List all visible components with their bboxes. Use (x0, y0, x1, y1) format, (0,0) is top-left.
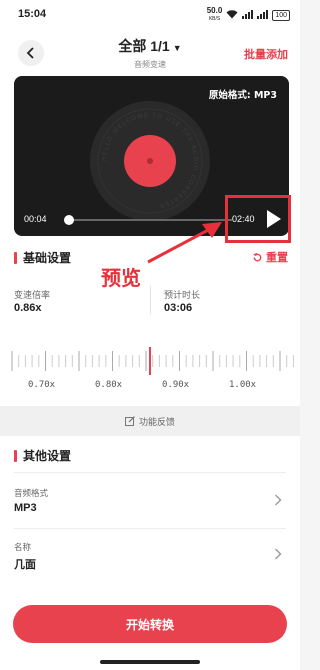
vinyl-disc-icon: HELLO WELCOME TO USE THE AUDIO CONVERTER (90, 101, 210, 221)
signal-icon (242, 9, 254, 21)
duration-label: 预计时长 (164, 291, 201, 301)
basic-settings-heading: 基础设置 (14, 249, 71, 266)
current-time: 00:04 (24, 214, 47, 224)
section-marker (14, 449, 17, 462)
chevron-right-icon (275, 494, 282, 506)
feedback-button[interactable]: 功能反馈 (0, 406, 300, 436)
status-time: 15:04 (18, 8, 47, 20)
status-bar: 15:04 50.0 KB/S 100 (0, 0, 300, 26)
ruler-label: 0.90x (162, 380, 190, 390)
status-icons: 50.0 KB/S 100 (207, 7, 290, 23)
progress-knob[interactable] (64, 215, 75, 225)
divider (150, 286, 151, 314)
battery-icon: 100 (272, 9, 290, 21)
caret-down-icon: ▼ (172, 43, 182, 53)
divider (14, 528, 286, 529)
chevron-right-icon (275, 548, 282, 560)
net-speed: 50.0 KB/S (206, 6, 223, 23)
speed-ruler-slider[interactable] (0, 345, 300, 377)
section-marker (14, 251, 17, 264)
reset-icon (253, 252, 262, 261)
ruler-label: 1.00x (229, 380, 257, 390)
start-convert-button[interactable]: 开始转换 (13, 605, 287, 643)
home-indicator (100, 660, 200, 664)
wifi-icon (226, 9, 238, 21)
edit-icon (124, 416, 135, 426)
other-settings-heading: 其他设置 (14, 447, 71, 464)
divider (14, 472, 286, 473)
app-header: 全部 1/1 ▼ 音频变速 批量添加 (0, 26, 300, 76)
signal-icon-2 (257, 9, 269, 21)
ruler-label: 0.70x (28, 380, 56, 390)
reset-button[interactable]: 重置 (252, 249, 288, 265)
arrow-icon (147, 222, 222, 264)
speed-label: 变速倍率 (14, 291, 51, 301)
preview-highlight-box (225, 195, 291, 243)
ruler-label: 0.80x (95, 380, 123, 390)
row-value: MP3 (14, 502, 37, 514)
duration-value: 03:06 (164, 302, 193, 314)
speed-value: 0.86x (14, 302, 42, 314)
preview-annotation-label: 预览 (101, 266, 141, 290)
batch-add-button[interactable]: 批量添加 (244, 46, 288, 62)
row-value: 几面 (14, 559, 36, 571)
row-label: 名称 (14, 543, 32, 553)
format-label: 原始格式: MP3 (208, 90, 277, 101)
page-title: 全部 1/1 (118, 38, 170, 54)
row-label: 音频格式 (14, 489, 49, 499)
